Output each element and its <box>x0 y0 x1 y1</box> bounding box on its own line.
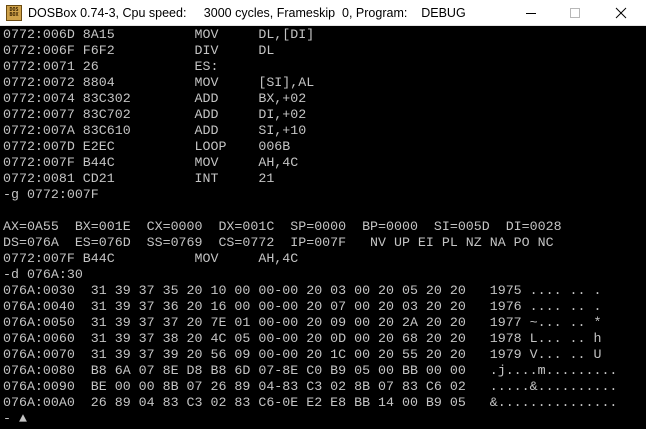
console-line: -g 0772:007F <box>3 187 99 202</box>
console-line: DS=076A ES=076D SS=0769 CS=0772 IP=007F … <box>3 235 554 250</box>
console-line: AX=0A55 BX=001E CX=0000 DX=001C SP=0000 … <box>3 219 562 234</box>
dosbox-window: DOS BOX DOSBox 0.74-3, Cpu speed: 3000 c… <box>0 0 646 429</box>
console-line: 076A:0060 31 39 37 38 20 4C 05 00-00 20 … <box>3 331 602 346</box>
minimize-icon <box>526 12 536 14</box>
console-line: 076A:00A0 26 89 04 83 C3 02 83 C6-0E E2 … <box>3 395 618 410</box>
dosbox-app-icon[interactable]: DOS BOX <box>6 4 22 21</box>
console-line: 0772:007A 83C610 ADD SI,+10 <box>3 123 307 138</box>
close-button[interactable] <box>598 0 644 25</box>
console-line: 076A:0040 31 39 37 36 20 16 00 00-00 20 … <box>3 299 602 314</box>
minimize-button[interactable] <box>508 0 554 25</box>
maximize-button[interactable] <box>552 0 598 25</box>
console-line: 0772:0071 26 ES: <box>3 59 219 74</box>
console-line: 0772:006F F6F2 DIV DL <box>3 43 275 58</box>
console-line: 0772:007F B44C MOV AH,4C <box>3 155 299 170</box>
maximize-icon <box>570 7 580 18</box>
console-line: 076A:0070 31 39 37 39 20 56 09 00-00 20 … <box>3 347 602 362</box>
console-line: 0772:007D E2EC LOOP 006B <box>3 139 291 154</box>
console-line: - ▲ <box>3 411 27 426</box>
console-line: -d 076A:30 <box>3 267 83 282</box>
console-line: 0772:0074 83C302 ADD BX,+02 <box>3 91 307 106</box>
console-line: 076A:0080 B8 6A 07 8E D8 B8 6D 07-8E C0 … <box>3 363 618 378</box>
console-line: 076A:0050 31 39 37 37 20 7E 01 00-00 20 … <box>3 315 602 330</box>
console-line: 0772:0081 CD21 INT 21 <box>3 171 275 186</box>
app-icon-text-bottom: BOX <box>9 11 19 18</box>
console-line: 0772:006D 8A15 MOV DL,[DI] <box>3 27 315 42</box>
console-line: 076A:0030 31 39 37 35 20 10 00 00-00 20 … <box>3 283 602 298</box>
close-icon <box>615 7 627 18</box>
console-line: 0772:007F B44C MOV AH,4C <box>3 251 299 266</box>
console-screen[interactable]: 0772:006D 8A15 MOV DL,[DI] 0772:006F F6F2… <box>0 26 646 429</box>
window-title: DOSBox 0.74-3, Cpu speed: 3000 cycles, F… <box>28 5 466 20</box>
title-bar[interactable]: DOS BOX DOSBox 0.74-3, Cpu speed: 3000 c… <box>0 0 646 26</box>
console-line: 0772:0072 8804 MOV [SI],AL <box>3 75 315 90</box>
console-line: 0772:0077 83C702 ADD DI,+02 <box>3 107 307 122</box>
console-line: 076A:0090 BE 00 00 8B 07 26 89 04-83 C3 … <box>3 379 618 394</box>
